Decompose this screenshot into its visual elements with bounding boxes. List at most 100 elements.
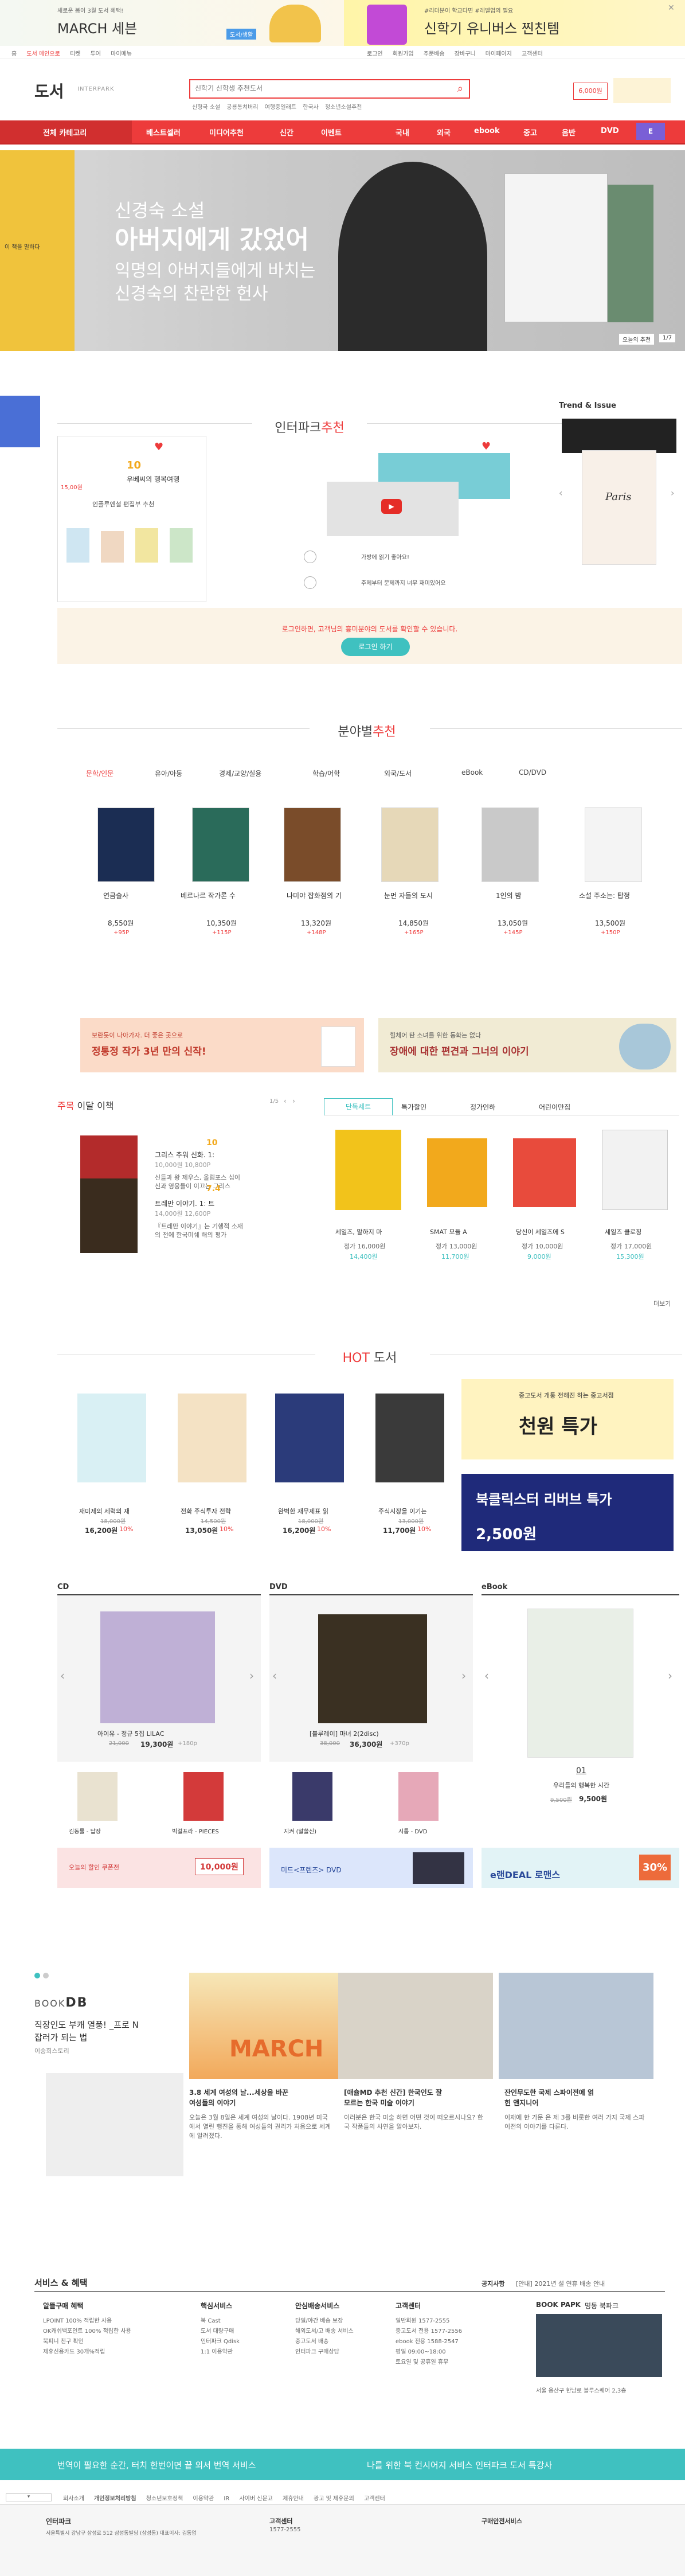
book-cover[interactable]: [427, 1138, 487, 1207]
gnb-event[interactable]: 이벤트: [321, 127, 342, 138]
tab-cddvd[interactable]: CD/DVD: [519, 768, 546, 776]
cd-sub-title[interactable]: 빅걸프라 - PIECES: [172, 1826, 219, 1835]
gnb-domestic[interactable]: 국내: [396, 127, 409, 138]
service-item[interactable]: 1:1 이용약관: [201, 2347, 233, 2355]
recommend-card-2[interactable]: ♥ ▶ 가방에 읽기 좋아요! 주제부터 문제까지 너무 재미있어요: [304, 436, 533, 602]
footer-link[interactable]: 제휴안내: [283, 2496, 304, 2502]
service-item[interactable]: 북 Cast: [201, 2316, 221, 2324]
chevron-left-icon[interactable]: ‹: [272, 1669, 277, 1683]
chevron-right-icon[interactable]: ›: [671, 487, 674, 498]
logo-main[interactable]: 도서: [34, 79, 64, 102]
play-icon[interactable]: ▶: [381, 499, 402, 514]
chevron-left-icon[interactable]: ‹: [284, 1097, 287, 1105]
dvd-main-title[interactable]: [블루레이] 마녀 2(2disc): [310, 1729, 379, 1738]
util-ticket[interactable]: 티켓: [70, 51, 80, 57]
service-item[interactable]: LPOINT 100% 적립한 사용: [43, 2316, 112, 2324]
service-item[interactable]: 인터파크 Qdisk: [201, 2336, 240, 2345]
book-cover[interactable]: [375, 1394, 444, 1482]
tab-study[interactable]: 학습/어학: [312, 768, 340, 778]
hot-ad-2[interactable]: 북클릭스터 리버브 특가 2,500원: [461, 1474, 674, 1551]
gnb-dvd[interactable]: DVD: [601, 127, 619, 135]
hero-side-ad[interactable]: 이 책을 말하다: [0, 150, 75, 351]
footer-link[interactable]: 개인정보처리방침: [94, 2496, 136, 2502]
notice-text[interactable]: [안내] 2021년 설 연휴 배송 안내: [516, 2279, 605, 2288]
util-cs[interactable]: 고객센터: [522, 51, 543, 57]
book-cover[interactable]: [504, 173, 608, 322]
book-thumb[interactable]: [101, 531, 124, 563]
footer-link[interactable]: 광고 및 제휴문의: [314, 2496, 354, 2502]
gnb-bestseller[interactable]: 베스트셀러: [146, 127, 181, 138]
tab-kids[interactable]: 유아/아동: [155, 768, 182, 778]
trend-book[interactable]: Paris: [582, 450, 656, 565]
chevron-left-icon[interactable]: ‹: [484, 1669, 489, 1683]
ebook-cover[interactable]: [527, 1609, 633, 1758]
util-cart[interactable]: 장바구니: [455, 51, 476, 57]
bookdb-article-title[interactable]: 3.8 세계 여성의 날...세상을 바꾼: [189, 2087, 288, 2097]
side-ad-left[interactable]: [0, 396, 40, 447]
bookdb-article-sub[interactable]: 여성들의 이야기: [189, 2098, 236, 2107]
book-title[interactable]: 나미야 잡화점의 기: [287, 891, 342, 900]
tab-exclusive[interactable]: 단독세트: [324, 1098, 393, 1115]
book-title[interactable]: 베르나르 작가론 수: [181, 891, 236, 900]
service-item[interactable]: OK캐쉬백포인트 100% 적립한 사용: [43, 2326, 131, 2335]
book-title[interactable]: 1인의 밤: [496, 891, 522, 900]
book-cover[interactable]: [482, 807, 539, 882]
book-cover[interactable]: [381, 807, 439, 882]
chevron-right-icon[interactable]: ›: [292, 1097, 295, 1105]
book-title[interactable]: 완벽한 재무제표 읽: [278, 1506, 328, 1516]
book-title[interactable]: 전화 주식투자 전략: [181, 1506, 231, 1516]
util-login[interactable]: 로그인: [367, 51, 383, 57]
book-title[interactable]: SMAT 모듈 A: [430, 1227, 467, 1236]
ad-badge[interactable]: 6,000원: [573, 83, 608, 100]
monthly-book-title[interactable]: 트레만 이야기. 1: 트: [155, 1199, 214, 1208]
book-cover[interactable]: [275, 1394, 344, 1482]
book-cover[interactable]: [602, 1130, 668, 1210]
dvd-thumb[interactable]: [398, 1772, 439, 1821]
footer-link[interactable]: 이용약관: [193, 2496, 214, 2502]
service-item[interactable]: 해외도서/고 배송 서비스: [295, 2326, 354, 2335]
book-title[interactable]: 세일즈 클로징: [605, 1227, 641, 1236]
tab-kids-shop[interactable]: 어린이만집: [539, 1102, 570, 1112]
book-cover[interactable]: [178, 1394, 246, 1482]
tab-ebook[interactable]: eBook: [461, 768, 483, 776]
all-category-button[interactable]: 전체 카테고리: [43, 127, 87, 138]
tab-literature[interactable]: 문학/인문: [86, 768, 113, 778]
hot-ad-1[interactable]: 중고도서 개통 전해진 하는 중고서점 천원 특가: [461, 1379, 674, 1459]
book-title[interactable]: 소설 주소는: 탑정: [579, 891, 630, 900]
bookpark-image[interactable]: [536, 2314, 662, 2377]
hero-btn[interactable]: 오늘의 추천: [619, 334, 655, 345]
bookpark-sub[interactable]: 명동 북파크: [585, 2301, 619, 2310]
util-home[interactable]: 홈: [11, 51, 17, 57]
hero-banner[interactable]: 이 책을 말하다 신경숙 소설 아버지에게 갔었어 익명의 아버지들에게 바치는…: [0, 150, 685, 351]
search-input[interactable]: [190, 80, 443, 96]
heart-icon[interactable]: ♥: [482, 440, 491, 452]
util-book-main[interactable]: 도서 메인으로: [26, 51, 60, 57]
cd-sub-title[interactable]: 김동률 - 답장: [69, 1826, 101, 1835]
dvd-thumb[interactable]: [292, 1772, 332, 1821]
gnb-used[interactable]: 중고: [523, 127, 537, 138]
book-cover[interactable]: [585, 807, 642, 882]
footer-link[interactable]: IR: [224, 2496, 229, 2502]
chevron-right-icon[interactable]: ›: [249, 1669, 254, 1683]
service-item[interactable]: 북피니 친구 확인: [43, 2336, 84, 2345]
dvd-sub-title[interactable]: 시툼 - DVD: [398, 1826, 427, 1835]
bookdb-article-sub[interactable]: 힌 앤지니어: [504, 2098, 538, 2107]
util-mymenu[interactable]: 마이메뉴: [111, 51, 132, 57]
search-icon[interactable]: ⌕: [457, 83, 463, 95]
search-tag[interactable]: 공룡통쳐버리: [226, 104, 258, 111]
close-icon[interactable]: ✕: [668, 3, 675, 13]
book-cover[interactable]: [80, 1178, 138, 1253]
bookdb-headline2[interactable]: 잡러가 되는 법: [34, 2031, 87, 2043]
search-tag[interactable]: 여행중일래트: [265, 104, 296, 111]
book-cover[interactable]: [192, 807, 249, 882]
dvd-ad[interactable]: 미드<프렌즈> DVD: [269, 1848, 473, 1888]
bottom-banner-left[interactable]: 번역이 필요한 순간, 터치 한번이면 끝 외서 번역 서비스: [57, 2459, 256, 2471]
book-title[interactable]: 재미제의 세력의 재: [79, 1506, 130, 1516]
search-box[interactable]: ⌕: [189, 79, 470, 99]
recommend-card-1[interactable]: ♥ 10 우베씨의 행복여행 15,00원 인플루엔셜 편집부 추천: [57, 436, 206, 602]
album-thumb[interactable]: [77, 1772, 118, 1821]
service-item[interactable]: 제휴신용카드 30개%적립: [43, 2347, 105, 2355]
album-cover[interactable]: [100, 1611, 215, 1723]
hero-count[interactable]: 1/7: [659, 334, 676, 342]
footer-link[interactable]: 사이버 신문고: [239, 2496, 272, 2502]
